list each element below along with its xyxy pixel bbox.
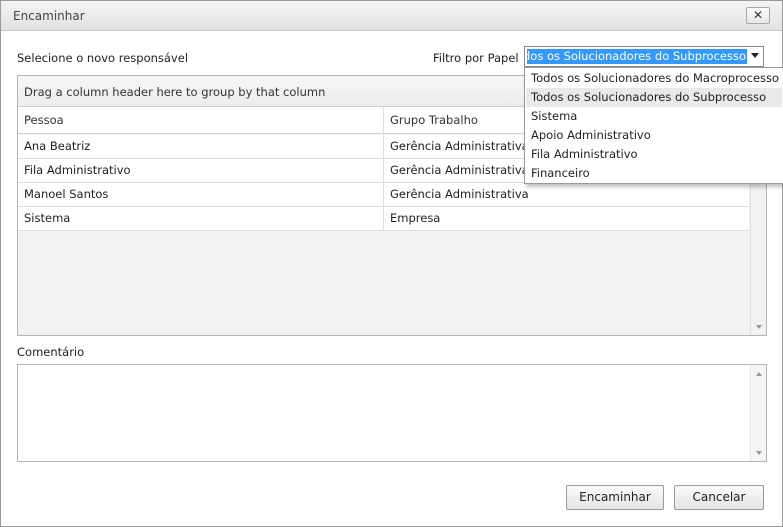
scroll-down-icon[interactable]: [756, 451, 762, 455]
comment-scrollbar[interactable]: [750, 365, 766, 461]
dropdown-option[interactable]: Todos os Solucionadores do Macroprocesso: [526, 69, 782, 88]
cell-grupo-trabalho: Empresa: [390, 211, 441, 225]
filter-role-select[interactable]: Todos os Solucionadores do Subprocesso: [524, 46, 764, 67]
dialog-title: Encaminhar: [13, 9, 85, 23]
comment-textarea[interactable]: [17, 364, 767, 462]
table-row[interactable]: Sistema Empresa: [18, 207, 749, 231]
cell-pessoa: Fila Administrativo: [24, 163, 131, 177]
filter-role-label: Filtro por Papel: [433, 51, 519, 65]
dropdown-option[interactable]: Sistema: [526, 107, 782, 126]
close-icon: ✕: [752, 8, 764, 22]
close-button[interactable]: ✕: [746, 7, 770, 24]
cancel-button[interactable]: Cancelar: [674, 485, 764, 510]
chevron-down-icon[interactable]: [751, 53, 759, 58]
title-bar: Encaminhar ✕: [1, 1, 782, 31]
dropdown-option[interactable]: Apoio Administrativo: [526, 126, 782, 145]
filter-role-dropdown: Todos os Solucionadores do Macroprocesso…: [524, 67, 783, 184]
comment-label: Comentário: [17, 345, 85, 359]
group-by-hint: Drag a column header here to group by th…: [24, 85, 326, 99]
scroll-down-icon[interactable]: [756, 325, 762, 329]
table-row[interactable]: Manoel Santos Gerência Administrativa: [18, 183, 749, 207]
scroll-up-icon[interactable]: [756, 372, 762, 376]
dropdown-option[interactable]: Financeiro: [526, 164, 782, 183]
column-header-pessoa[interactable]: Pessoa: [18, 107, 383, 134]
cell-pessoa: Manoel Santos: [24, 187, 109, 201]
filter-role-selected-text: Todos os Solucionadores do Subprocesso: [527, 49, 747, 64]
cell-grupo-trabalho: Gerência Administrativa: [390, 187, 529, 201]
forward-button[interactable]: Encaminhar: [566, 485, 664, 510]
forward-dialog: Encaminhar ✕ Selecione o novo responsáve…: [0, 0, 783, 527]
dropdown-option[interactable]: Fila Administrativo: [526, 145, 782, 164]
dropdown-option[interactable]: Todos os Solucionadores do Subprocesso: [526, 88, 782, 107]
cell-pessoa: Ana Beatriz: [24, 139, 91, 153]
select-responsible-label: Selecione o novo responsável: [17, 51, 189, 65]
cell-pessoa: Sistema: [24, 211, 71, 225]
